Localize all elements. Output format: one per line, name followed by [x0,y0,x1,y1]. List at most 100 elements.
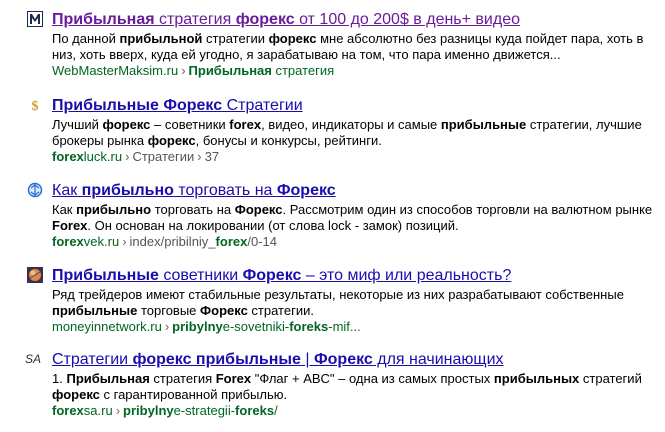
breadcrumb-segment: 37 [204,149,220,164]
result-title-link[interactable]: Стратегии форекс прибыльные | Форекс для… [52,350,659,370]
text-segment: Стратегии [222,97,303,114]
result-title-link[interactable]: Прибыльная стратегия форекс от 100 до 20… [52,10,659,30]
text-segment: . Рассмотрим один из способов торговли н… [282,202,653,217]
url-host-highlight: forex [52,234,84,249]
text-segment: от 100 до 200$ в день+ видео [294,11,520,28]
url-host-highlight: forex [52,149,84,164]
highlighted-term: прибыльных [493,371,580,386]
result-title-link[interactable]: Как прибыльно торговать на Форекс [52,181,659,201]
globe-blue-icon [27,182,43,198]
breadcrumb-highlight: pribylny [172,319,223,334]
text-segment: стратегия [154,11,236,28]
text-segment: | [300,351,314,368]
breadcrumb-highlight: foreks [235,403,275,418]
highlighted-term: Форекс [242,267,302,284]
result-body: Как прибыльно торговать на Форекс Как пр… [52,181,659,250]
dollar-icon: $ [27,97,43,114]
breadcrumb-highlight: pribylny [123,403,174,418]
result-url[interactable]: moneyinnetwork.ru › pribylnye-sovetniki-fo… [52,319,659,335]
text-segment: стратегии. [247,303,314,318]
breadcrumb-separator: › [115,403,121,418]
highlighted-term: прибыльно [81,182,174,199]
highlighted-term: прибыльной [119,31,203,46]
highlighted-term: Прибыльная [66,371,150,386]
text-segment: Как [52,202,77,217]
result-url[interactable]: forexsa.ru › pribylnye-strategii-foreks/ [52,403,659,419]
result-url[interactable]: forexvek.ru › index/pribilniy_forex/0-14 [52,234,659,250]
result-body: Стратегии форекс прибыльные | Форекс для… [52,350,659,419]
text-segment: Стратегии [52,351,133,368]
result-url[interactable]: forexluck.ru › Стратегии › 37 [52,149,659,165]
text-segment: – советники [150,117,230,132]
result-snippet: 1. Прибыльная стратегия Forex "Флаг + AB… [52,371,659,403]
url-segment: luck.ru [83,149,123,164]
result-title-link[interactable]: Прибыльные Форекс Стратегии [52,96,659,116]
text-segment: 1. [52,371,67,386]
text-segment: стратегия [149,371,216,386]
highlighted-term: Прибыльная [52,11,155,28]
highlighted-term: Прибыльные [52,267,159,284]
url-host-highlight: forex [52,403,84,418]
highlighted-term: Forex [52,218,88,233]
highlighted-term: forex [229,117,262,132]
url-segment: sa.ru [83,403,113,418]
result-snippet: По данной прибыльной стратегии форекс мн… [52,31,659,63]
svg-text:$: $ [32,99,39,113]
result-snippet: Как прибыльно торговать на Форекс. Рассм… [52,202,659,234]
text-segment: торговые [137,303,201,318]
text-segment: Ряд трейдеров имеют стабильные результат… [52,287,624,302]
breadcrumb-segment: /0-14 [247,234,277,249]
url-segment: e-strategii- [173,403,236,418]
text-segment: , видео, индикаторы и самые [261,117,441,132]
text-segment: – это миф или реальность? [301,267,512,284]
highlighted-term: Форекс [234,202,283,217]
planet-icon [27,267,43,283]
breadcrumb-separator: › [197,149,202,164]
result-body: Прибыльные советники Форекс – это миф ил… [52,266,659,335]
highlighted-term: прибыльные [440,117,527,132]
url-segment: e-sovetniki- [222,319,290,334]
text-segment: с гарантированной прибылью. [99,387,288,402]
url-segment: moneyinnetwork.ru [52,319,162,334]
url-segment: стратегия [271,63,335,78]
text-segment: стратегий [579,371,642,386]
breadcrumb-separator: › [181,63,186,78]
highlighted-term: Forex [215,371,252,386]
breadcrumb-highlight: forex [215,234,248,249]
breadcrumb-segment: index/pribilniy_ [129,234,216,249]
highlighted-term: форекс [102,117,151,132]
highlighted-term: форекс [268,31,317,46]
result-snippet: Лучший форекс – советники forex, видео, … [52,117,659,149]
text-segment: "Флаг + ABC" – одна из самых простых [251,371,494,386]
highlighted-term: прибыльно [76,202,152,217]
highlighted-term: форекс [235,11,295,28]
text-segment: советники [158,267,243,284]
result-title-link[interactable]: Прибыльные советники Форекс – это миф ил… [52,266,659,286]
text-segment: По данной [52,31,120,46]
breadcrumb-segment: Стратегии [132,149,195,164]
result-body: Прибыльная стратегия форекс от 100 до 20… [52,10,659,79]
breadcrumb-highlight: Прибыльная [188,63,272,78]
highlighted-term: Форекс [200,303,248,318]
highlighted-term: Форекс [314,351,373,368]
result-body: Прибыльные Форекс Стратегии Лучший форек… [52,96,659,165]
breadcrumb-highlight: foreks [289,319,329,334]
text-segment: торговать на [151,202,235,217]
text-segment: . Он основан на локировании (от слова lo… [87,218,459,233]
breadcrumb-separator: › [125,149,130,164]
highlighted-term: Прибыльные Форекс [52,97,223,114]
sa-text-icon: SA [25,352,42,366]
url-segment: / [274,403,278,418]
result-snippet: Ряд трейдеров имеют стабильные результат… [52,287,659,319]
breadcrumb-separator: › [122,234,127,249]
m-letter-icon [27,11,43,27]
highlighted-term: форекс [52,387,100,402]
text-segment: для начинающих [372,351,504,368]
highlighted-term: прибыльные [52,303,138,318]
result-url[interactable]: WebMasterMaksim.ru › Прибыльная стратегия [52,63,659,79]
url-segment: vek.ru [83,234,120,249]
breadcrumb-separator: › [164,319,170,334]
url-segment: -mif... [328,319,361,334]
url-segment: WebMasterMaksim.ru [52,63,179,78]
text-segment: торговать на [173,182,277,199]
